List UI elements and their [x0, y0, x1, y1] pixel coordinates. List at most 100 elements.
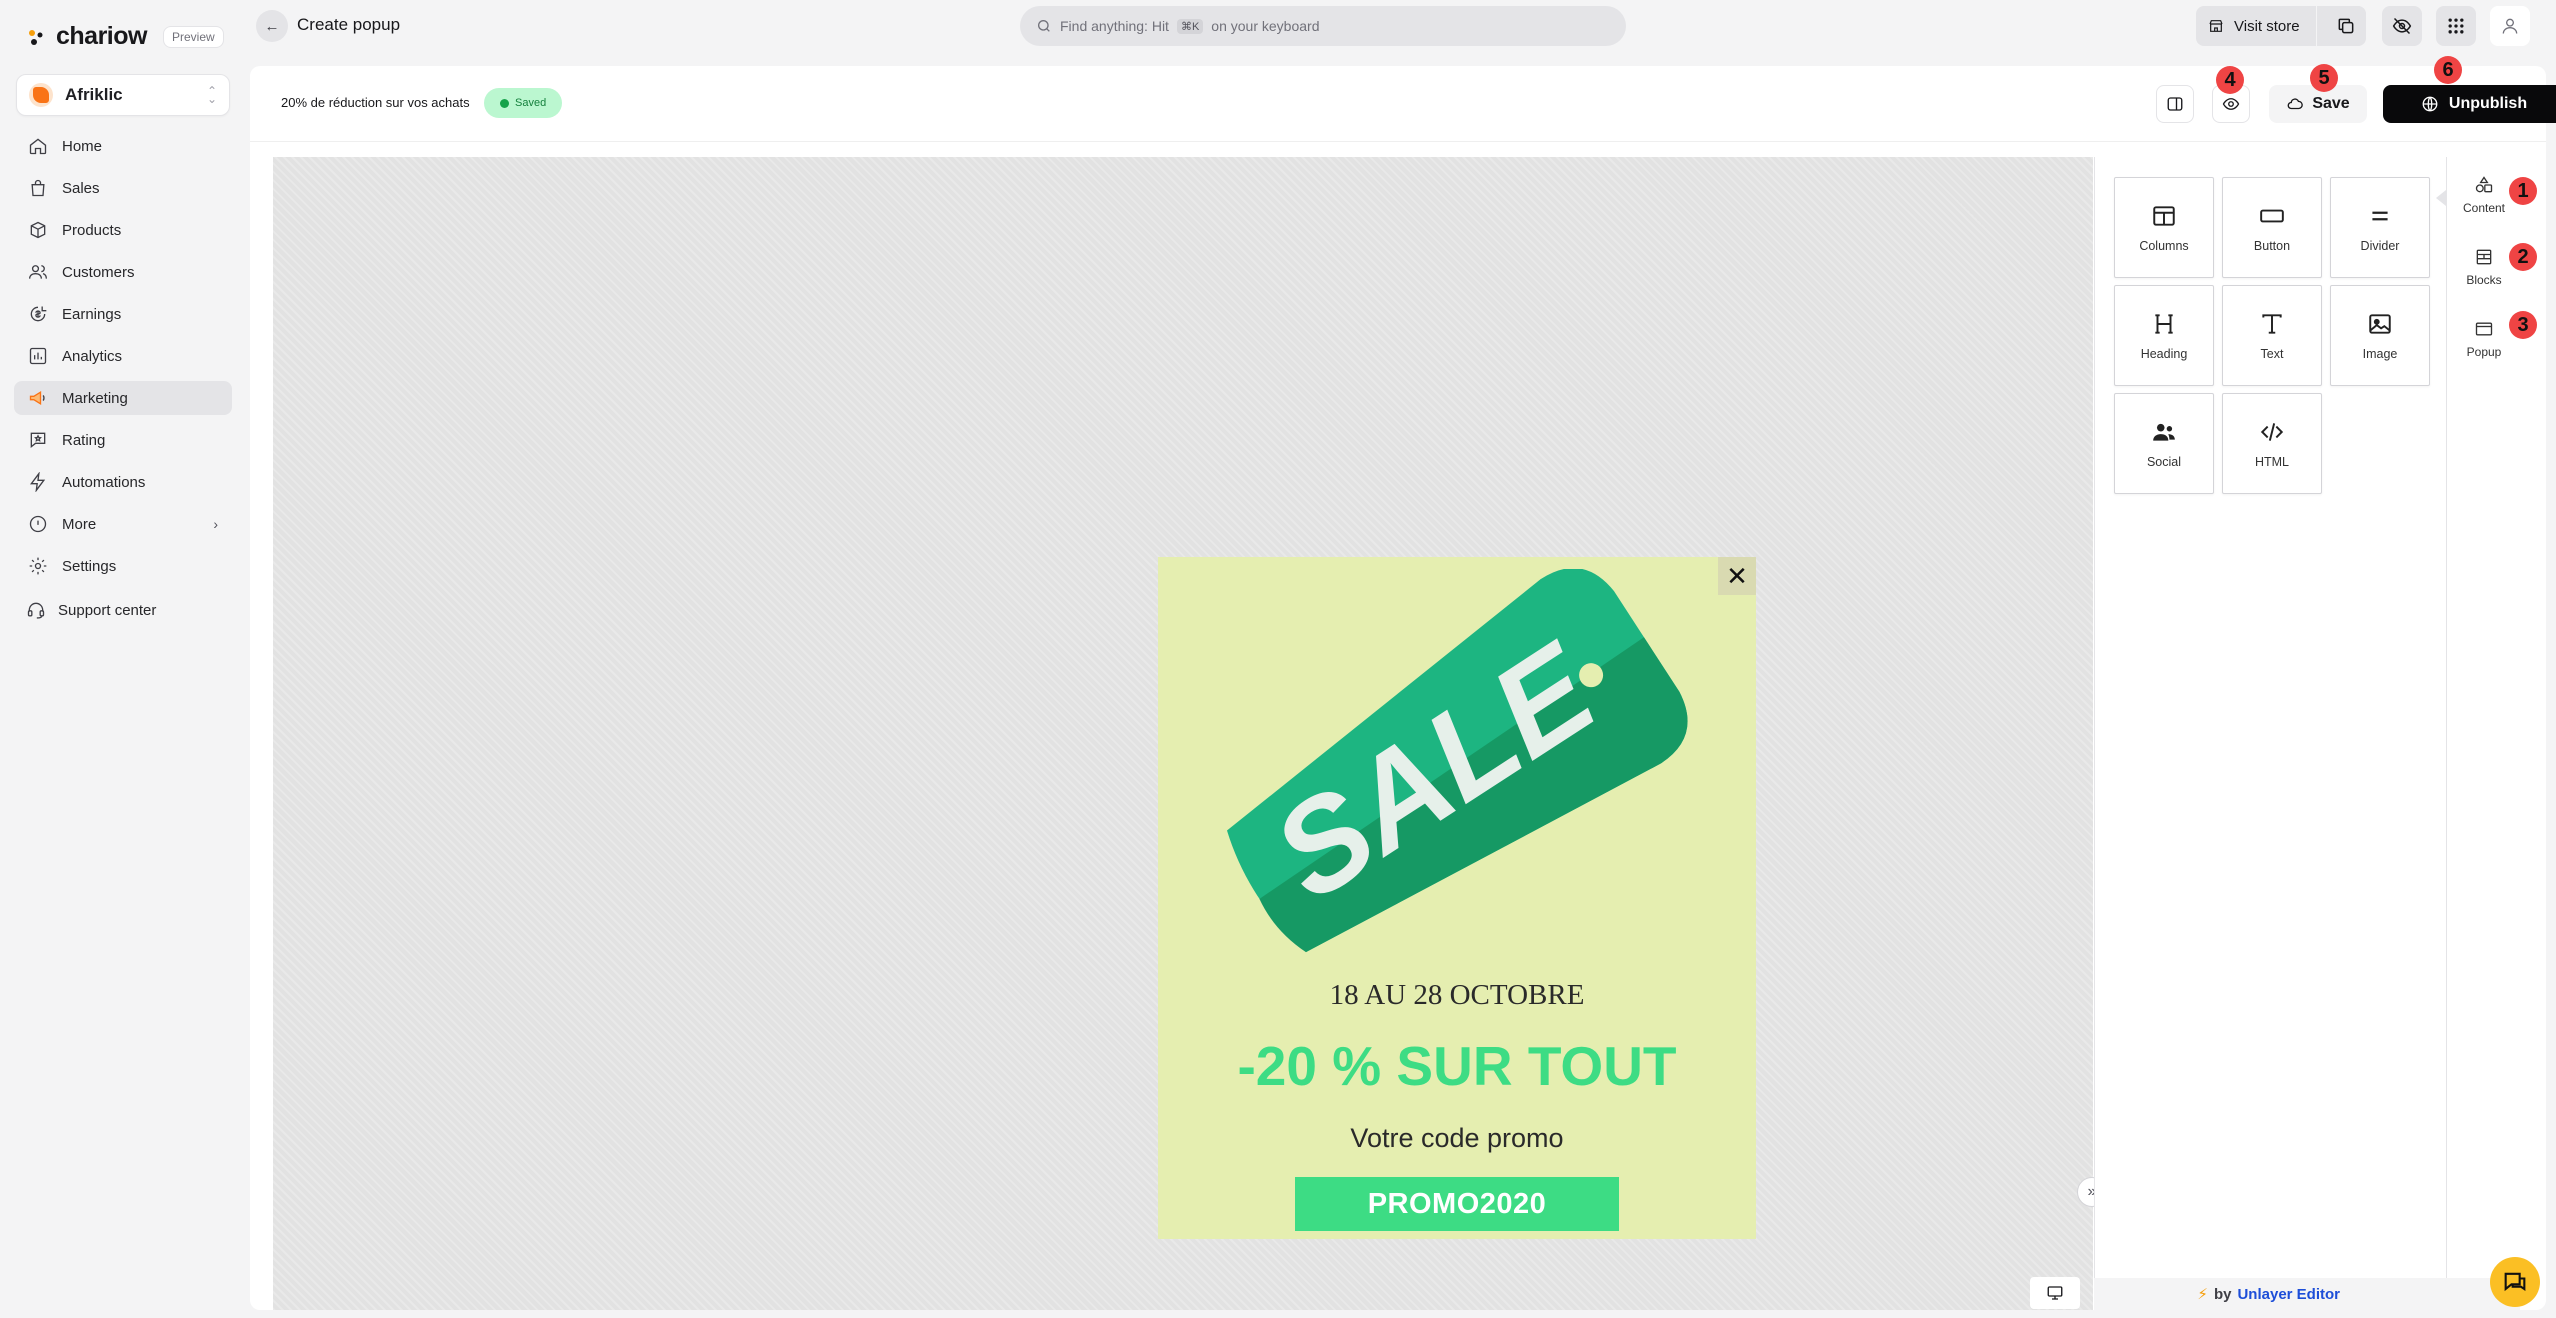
sale-tag-image[interactable]: SALE [1208, 569, 1708, 969]
app-logo[interactable]: chariow Preview [26, 22, 224, 51]
sidebar-item-rating[interactable]: Rating [14, 423, 232, 457]
search-suffix: on your keyboard [1211, 18, 1320, 34]
status-badge: Saved [484, 88, 563, 118]
back-button[interactable]: ← [256, 10, 288, 42]
tool-label: Social [2146, 454, 2182, 469]
sidebar-item-customers[interactable]: Customers [14, 255, 232, 289]
tool-text[interactable]: Text [2222, 285, 2322, 386]
users-icon [29, 265, 47, 279]
tool-social[interactable]: Social [2114, 393, 2214, 494]
sidebar-item-marketing[interactable]: Marketing [14, 381, 232, 415]
tool-label: Columns [2139, 238, 2189, 253]
discount-headline: -20 % SUR TOUT [1237, 1035, 1677, 1097]
blocks-icon [2476, 249, 2492, 265]
store-switcher[interactable]: Afriklic ⌃ ⌄ [16, 74, 230, 116]
sidebar-item-earnings[interactable]: Earnings [14, 297, 232, 331]
hide-button[interactable] [2382, 6, 2422, 46]
megaphone-icon [29, 390, 45, 406]
sidebar-item-more[interactable]: More › [14, 507, 232, 541]
sidebar: chariow Preview Afriklic ⌃ ⌄ Home Sales P… [0, 0, 246, 1318]
sidebar-item-analytics[interactable]: Analytics [14, 339, 232, 373]
shapes-icon [2475, 176, 2493, 193]
grid-dots-icon [2448, 18, 2464, 34]
content-tools-panel: Columns Button Divider Heading Text Imag… [2094, 157, 2446, 1278]
tool-heading[interactable]: Heading [2114, 285, 2214, 386]
search-prefix: Find anything: Hit [1060, 18, 1169, 34]
store-name: Afriklic [65, 85, 123, 104]
logo-mark-icon [29, 29, 43, 45]
columns-icon [2153, 205, 2175, 226]
annotation-marker-6: 6 [2434, 56, 2462, 84]
sidebar-item-settings[interactable]: Settings [14, 549, 232, 583]
annotation-marker-2: 2 [2509, 243, 2537, 271]
bolt-icon: ⚡ [2197, 1286, 2208, 1303]
editor-footer: ⚡ by Unlayer Editor [2094, 1278, 2520, 1310]
tab-label: Content [2462, 201, 2506, 215]
search-shortcut: ⌘K [1176, 18, 1204, 34]
user-icon [2502, 18, 2518, 34]
sidebar-item-label: Sales [62, 179, 100, 197]
sidebar-nav: Home Sales Products Customers Earnings A… [14, 129, 232, 591]
tool-divider[interactable]: Divider [2330, 177, 2430, 278]
window-icon [2475, 322, 2493, 336]
earnings-icon [30, 306, 47, 322]
sidebar-item-label: Home [62, 137, 103, 155]
promo-code-label: Votre code promo [1350, 1123, 1564, 1153]
status-dot [500, 98, 509, 108]
tool-label: Text [2260, 346, 2284, 361]
tool-button[interactable]: Button [2222, 177, 2322, 278]
tool-label: Heading [2140, 346, 2188, 361]
sidebar-item-label: Settings [62, 557, 117, 575]
editor-header: 20% de réduction sur vos achats Saved Sa… [250, 56, 2556, 142]
home-icon [29, 138, 47, 155]
tool-image[interactable]: Image [2330, 285, 2430, 386]
tool-html[interactable]: HTML [2222, 393, 2322, 494]
active-tab-indicator [2436, 190, 2446, 206]
heading-icon [2155, 313, 2173, 334]
sidebar-item-products[interactable]: Products [14, 213, 232, 247]
chat-support-button[interactable] [2490, 1257, 2540, 1307]
popup-preview[interactable]: ✕ SALE 18 AU 28 OCTOBRE -20 % SUR TOUT V… [1158, 557, 1756, 1239]
arrow-left-icon: ← [264, 17, 280, 35]
bar-chart-icon [29, 347, 47, 365]
sidebar-item-sales[interactable]: Sales [14, 171, 232, 205]
page-title: Create popup [297, 15, 401, 34]
tab-label: Blocks [2466, 273, 2502, 287]
image-icon [2369, 313, 2391, 334]
globe-icon [2422, 96, 2438, 112]
apps-button[interactable] [2436, 6, 2476, 46]
editor-canvas[interactable]: ✕ SALE 18 AU 28 OCTOBRE -20 % SUR TOUT V… [273, 157, 2093, 1310]
sidebar-item-label: Rating [62, 431, 106, 449]
chevron-right-icon: › [213, 516, 218, 532]
headset-icon [27, 602, 45, 619]
copy-link-button[interactable] [2326, 6, 2366, 46]
storefront-icon [2209, 20, 2223, 32]
tab-label: Popup [2466, 345, 2502, 359]
toggle-layout-button[interactable] [2156, 85, 2194, 123]
top-bar: ← Create popup Find anything: Hit ⌘K on … [246, 0, 2556, 52]
unpublish-button[interactable]: Unpublish [2383, 85, 2556, 123]
search-input[interactable]: Find anything: Hit ⌘K on your keyboard [1020, 6, 1626, 46]
sidebar-item-home[interactable]: Home [14, 129, 232, 163]
support-center-label: Support center [58, 601, 157, 619]
social-icon [2153, 423, 2175, 441]
device-preview-button[interactable] [2030, 1277, 2080, 1309]
tool-columns[interactable]: Columns [2114, 177, 2214, 278]
promo-code-button[interactable]: PROMO2020 [1295, 1177, 1619, 1231]
message-star-icon [30, 432, 46, 449]
store-avatar [29, 83, 53, 107]
split-view-icon [2167, 97, 2183, 111]
unlayer-link[interactable]: Unlayer Editor [2237, 1286, 2340, 1303]
cloud-save-icon [2287, 98, 2304, 110]
user-menu-button[interactable] [2490, 6, 2530, 46]
tab-blocks[interactable]: Blocks [2447, 237, 2521, 297]
info-icon [29, 515, 47, 533]
sidebar-item-label: Analytics [62, 347, 123, 365]
popup-name: 20% de réduction sur vos achats [281, 95, 470, 110]
visit-store-label: Visit store [2234, 17, 2300, 35]
copy-icon [2338, 18, 2354, 34]
support-center-link[interactable]: Support center [26, 600, 156, 620]
close-icon[interactable]: ✕ [1718, 557, 1756, 595]
button-icon [2260, 209, 2284, 222]
sidebar-item-automations[interactable]: Automations [14, 465, 232, 499]
